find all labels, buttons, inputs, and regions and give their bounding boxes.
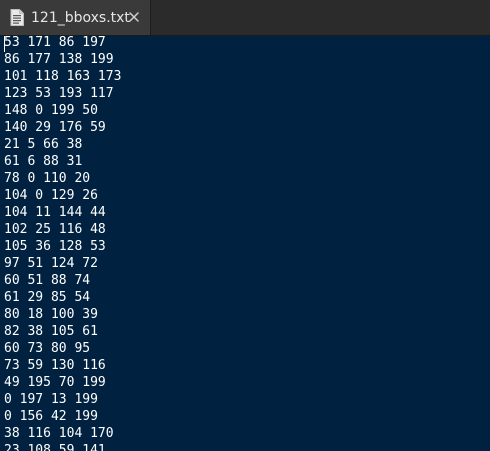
editor-line: 61 29 85 54 — [4, 290, 91, 305]
editor-line: 0 197 13 199 — [4, 392, 98, 407]
editor-line: 23 108 59 141 — [4, 443, 106, 451]
editor-line: 123 53 193 117 — [4, 86, 114, 101]
editor-line: 0 156 42 199 — [4, 409, 98, 424]
editor-line: 73 59 130 116 — [4, 358, 106, 373]
editor-line: 104 0 129 26 — [4, 188, 98, 203]
editor-line: 97 51 124 72 — [4, 256, 98, 271]
text-file-icon — [10, 9, 24, 26]
editor-line: 21 5 66 38 — [4, 137, 83, 152]
editor-line: 78 0 110 20 — [4, 171, 91, 186]
text-editor-window: 121_bboxs.txt 53 171 86 197 86 177 138 1… — [0, 0, 490, 451]
text-caret — [4, 36, 5, 52]
tab-title: 121_bboxs.txt — [31, 10, 130, 26]
editor-line: 61 6 88 31 — [4, 154, 83, 169]
editor-line: 38 116 104 170 — [4, 426, 114, 441]
editor-line: 60 73 80 95 — [4, 341, 91, 356]
editor-line: 80 18 100 39 — [4, 307, 98, 322]
editor-line: 60 51 88 74 — [4, 273, 91, 288]
editor-line: 104 11 144 44 — [4, 205, 106, 220]
editor-lines: 53 171 86 197 86 177 138 199 101 118 163… — [4, 36, 121, 451]
close-icon[interactable] — [128, 11, 140, 23]
editor-line: 148 0 199 50 — [4, 103, 98, 118]
editor-line: 102 25 116 48 — [4, 222, 106, 237]
editor-text-area[interactable]: 53 171 86 197 86 177 138 199 101 118 163… — [0, 36, 490, 451]
editor-line: 101 118 163 173 — [4, 69, 122, 84]
tab-121-bboxs[interactable]: 121_bboxs.txt — [0, 0, 151, 35]
editor-line: 53 171 86 197 — [4, 36, 106, 50]
tab-bar: 121_bboxs.txt — [0, 0, 490, 36]
editor-line: 105 36 128 53 — [4, 239, 106, 254]
editor-line: 140 29 176 59 — [4, 120, 106, 135]
editor-line: 82 38 105 61 — [4, 324, 98, 339]
editor-line: 49 195 70 199 — [4, 375, 106, 390]
editor-line: 86 177 138 199 — [4, 52, 114, 67]
